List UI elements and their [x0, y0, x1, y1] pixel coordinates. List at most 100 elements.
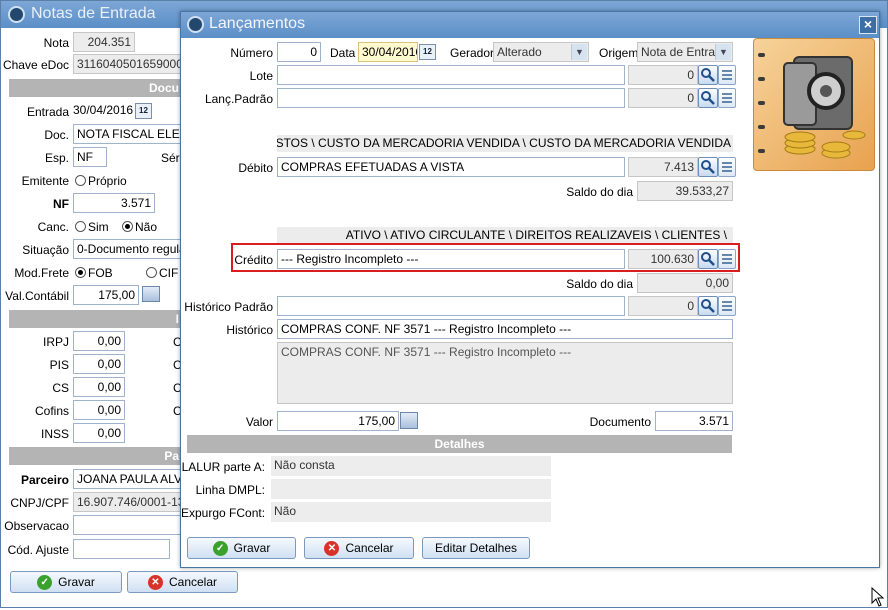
origem-select[interactable]: Nota de Entrada ▼: [637, 42, 733, 62]
cancel-icon: ✕: [324, 540, 340, 556]
data-field[interactable]: 30/04/2016: [358, 42, 418, 62]
credito-code-field[interactable]: 100.630: [628, 249, 698, 269]
historico-field[interactable]: COMPRAS CONF. NF 3571 --- Registro Incom…: [277, 319, 733, 339]
irpj-field[interactable]: 0,00: [73, 331, 125, 351]
esp-label: Esp.: [44, 151, 69, 165]
lote-code-field[interactable]: 0: [628, 65, 698, 85]
entrada-label: Entrada: [26, 105, 69, 119]
historico-padrao-label: Histórico Padrão: [184, 300, 273, 314]
debito-path: ESPESAS \ CUSTOS \ CUSTO DA MERCADORIA V…: [277, 135, 733, 152]
historico-padrao-field[interactable]: [277, 296, 625, 316]
esp-field[interactable]: NF: [73, 147, 107, 167]
debito-code-field[interactable]: 7.413: [628, 157, 698, 177]
calendar-icon[interactable]: 12: [135, 103, 152, 119]
gerador-select[interactable]: Alterado ▼: [493, 42, 589, 62]
situacao-field[interactable]: 0-Documento regular: [73, 239, 183, 259]
entrada-field[interactable]: 30/04/2016: [73, 101, 133, 121]
numero-field[interactable]: 0: [277, 42, 321, 62]
origem-label: Origem: [599, 46, 639, 60]
back-window-title: Notas de Entrada: [31, 5, 156, 22]
saldo-credito-field: 0,00: [637, 273, 733, 293]
frete-fob-radio[interactable]: FOB: [75, 266, 113, 280]
section-detalhes: Detalhes: [187, 435, 732, 453]
inss-field[interactable]: 0,00: [73, 423, 125, 443]
list-icon[interactable]: [718, 296, 736, 316]
search-icon[interactable]: [698, 296, 718, 316]
mouse-cursor-icon: [871, 586, 885, 610]
app-logo-icon: [187, 16, 204, 33]
lalur-label: LALUR parte A:: [181, 460, 265, 474]
inss-label: INSS: [40, 427, 69, 441]
safe-coins-icon: [753, 38, 875, 171]
cofins-field[interactable]: 0,00: [73, 400, 125, 420]
historico-label: Histórico: [226, 323, 273, 337]
search-icon[interactable]: [698, 249, 718, 269]
chevron-down-icon: ▼: [715, 44, 731, 60]
observacao-field[interactable]: [73, 515, 183, 535]
parceiro-label: Parceiro: [20, 473, 69, 487]
cs-field[interactable]: 0,00: [73, 377, 125, 397]
nf-field[interactable]: 3.571: [73, 193, 155, 213]
cofins-label: Cofins: [34, 404, 69, 418]
debito-field[interactable]: COMPRAS EFETUADAS A VISTA: [277, 157, 625, 177]
saldo-debito-label: Saldo do dia: [566, 185, 633, 199]
canc-nao-radio[interactable]: Não: [122, 220, 157, 234]
documento-field[interactable]: 3.571: [655, 411, 733, 431]
data-label: Data: [330, 46, 356, 60]
back-cancelar-button[interactable]: ✕ Cancelar: [127, 571, 238, 593]
canc-label: Canc.: [37, 220, 69, 234]
cod-ajuste-label: Cód. Ajuste: [7, 543, 69, 557]
lanc-padrao-code-field[interactable]: 0: [628, 88, 698, 108]
frete-cif-radio[interactable]: CIF: [146, 266, 178, 280]
search-icon[interactable]: [698, 65, 718, 85]
doc-field[interactable]: NOTA FISCAL ELETRO: [73, 124, 183, 144]
cnpj-field[interactable]: 16.907.746/0001-13: [73, 492, 183, 512]
check-icon: ✓: [37, 574, 53, 590]
editar-detalhes-button[interactable]: Editar Detalhes: [422, 537, 530, 559]
back-gravar-button[interactable]: ✓ Gravar: [10, 571, 122, 593]
cancelar-button[interactable]: ✕ Cancelar: [304, 537, 414, 559]
documento-label: Documento: [589, 415, 651, 429]
cod-ajuste-field[interactable]: [73, 539, 170, 559]
lote-field[interactable]: [277, 65, 625, 85]
section-documento: Docu: [9, 79, 183, 97]
search-icon[interactable]: [698, 157, 718, 177]
list-icon[interactable]: [718, 157, 736, 177]
debito-label: Débito: [238, 161, 273, 175]
lancamentos-dialog: Lançamentos × Número 0 Data 30/04/2016 1…: [180, 11, 880, 568]
parceiro-field[interactable]: JOANA PAULA ALVEZ: [73, 469, 183, 489]
numero-label: Número: [230, 46, 273, 60]
chave-edoc-label: Chave eDoc: [2, 58, 69, 72]
observacao-label: Observacao: [4, 519, 69, 533]
check-icon: ✓: [212, 540, 228, 556]
list-icon[interactable]: [718, 65, 736, 85]
calculator-icon[interactable]: [400, 412, 418, 429]
nota-field[interactable]: 204.351: [73, 32, 135, 52]
cnpj-label: CNPJ/CPF: [10, 496, 69, 510]
historico-padrao-code-field[interactable]: 0: [628, 296, 698, 316]
close-icon: ×: [863, 16, 873, 32]
expurgo-label: Expurgo FCont:: [181, 506, 266, 520]
calculator-icon[interactable]: [142, 286, 160, 302]
cs-label: CS: [52, 381, 69, 395]
emitente-proprio-radio[interactable]: Próprio: [75, 174, 127, 188]
close-button[interactable]: ×: [859, 16, 877, 34]
search-icon[interactable]: [698, 88, 718, 108]
lanc-padrao-field[interactable]: [277, 88, 625, 108]
val-contabil-field[interactable]: 175,00: [73, 285, 139, 305]
chave-edoc-field[interactable]: 311604050165900001: [73, 54, 183, 74]
credito-field[interactable]: --- Registro Incompleto ---: [277, 249, 625, 269]
lalur-value: Não consta: [271, 456, 551, 476]
canc-sim-radio[interactable]: Sim: [75, 220, 109, 234]
situacao-label: Situação: [22, 243, 69, 257]
list-icon[interactable]: [718, 88, 736, 108]
val-contabil-label: Val.Contábil: [5, 289, 69, 303]
section-participante: Pa: [9, 447, 183, 465]
pis-label: PIS: [49, 358, 69, 372]
gravar-button[interactable]: ✓ Gravar: [187, 537, 296, 559]
expurgo-value: Não: [271, 502, 551, 522]
calendar-icon[interactable]: 12: [419, 44, 436, 60]
list-icon[interactable]: [718, 249, 736, 269]
valor-field[interactable]: 175,00: [277, 411, 399, 431]
pis-field[interactable]: 0,00: [73, 354, 125, 374]
